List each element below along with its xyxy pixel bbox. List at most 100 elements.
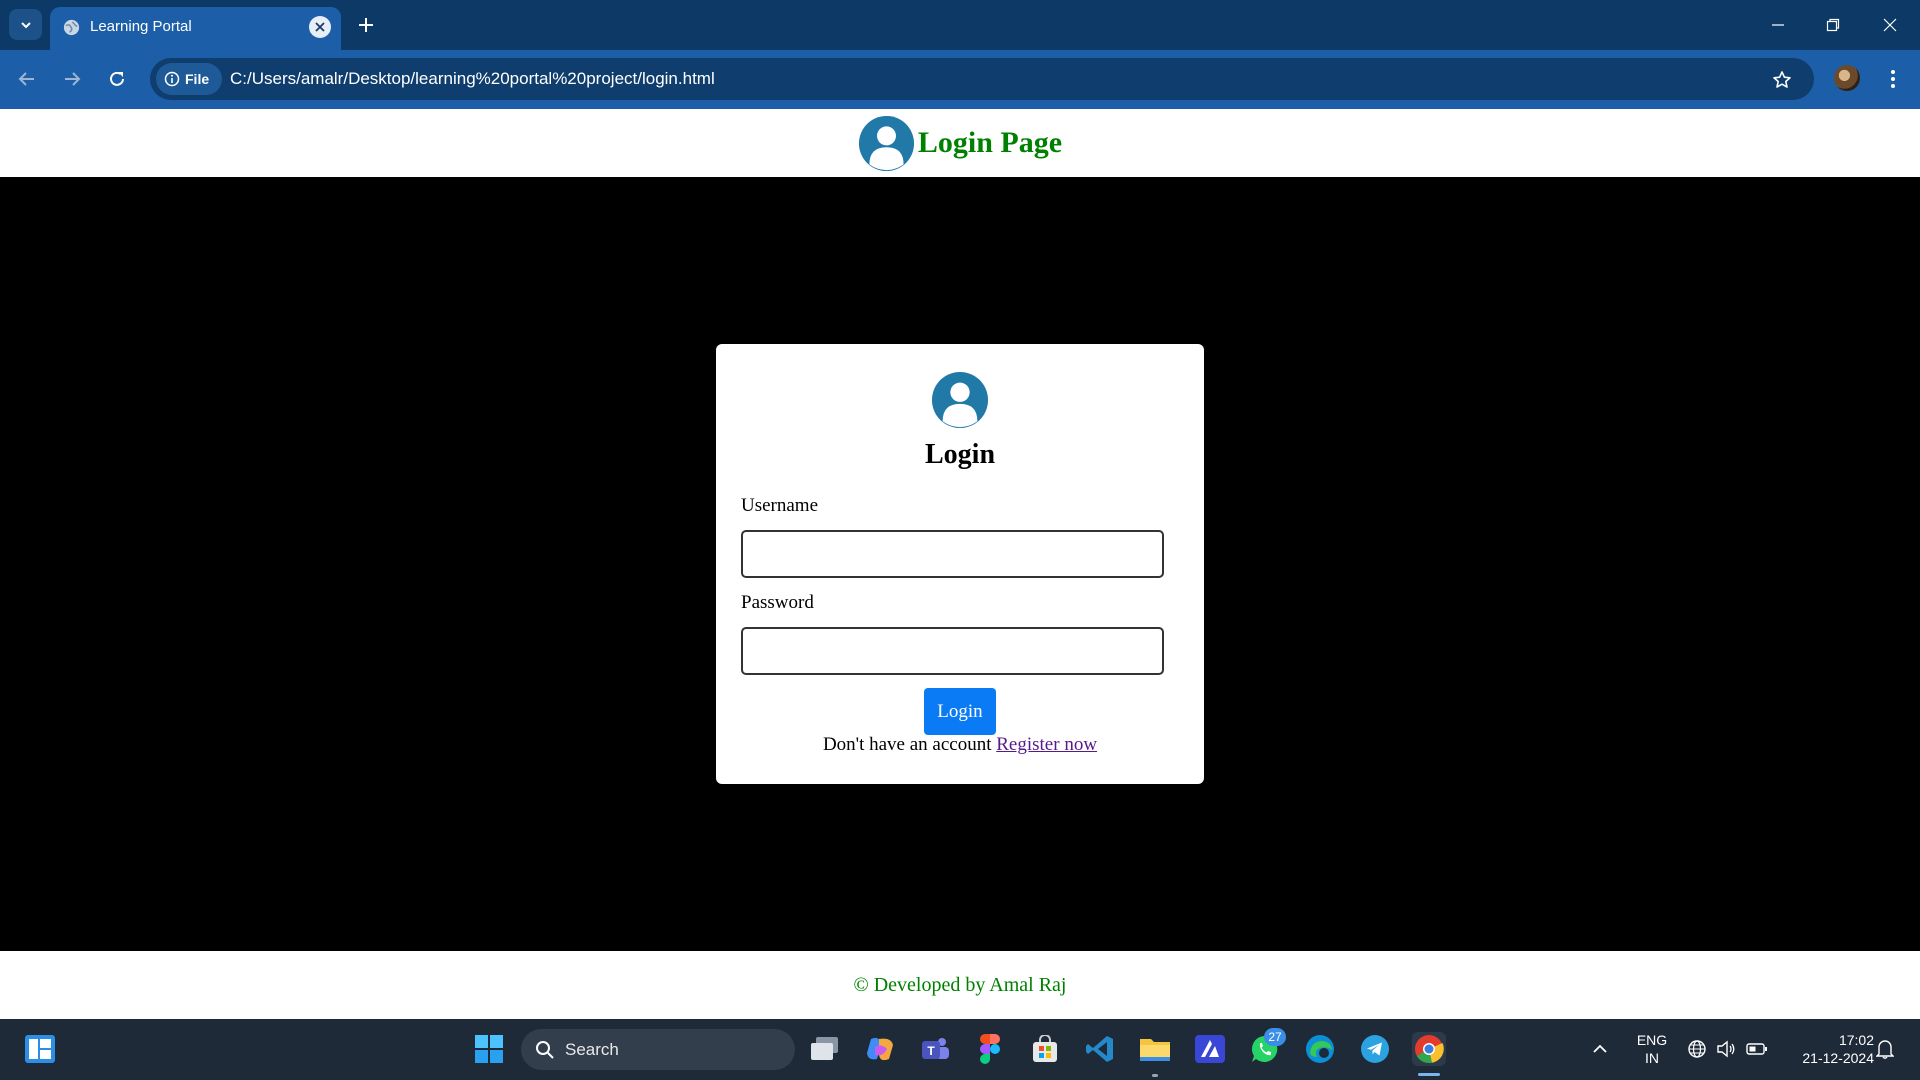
register-prompt-text: Don't have an account	[822, 734, 992, 755]
notifications-button[interactable]	[1870, 1032, 1900, 1066]
chevron-up-icon	[1593, 1044, 1607, 1053]
site-info-chip[interactable]: File	[156, 63, 222, 95]
affinity-button[interactable]	[1193, 1032, 1227, 1066]
reload-button[interactable]	[100, 62, 134, 96]
globe-icon	[63, 19, 80, 36]
browser-menu-button[interactable]	[1880, 64, 1906, 94]
register-link[interactable]: Register now	[996, 734, 1097, 755]
user-avatar-icon	[931, 371, 989, 429]
windows-logo-icon	[475, 1035, 503, 1063]
register-prompt: Don't have an account Register now	[716, 734, 1204, 756]
teams-button[interactable]: T	[918, 1032, 952, 1066]
telegram-button[interactable]	[1358, 1032, 1392, 1066]
url-text[interactable]: C:/Users/amalr/Desktop/learning%20portal…	[230, 69, 715, 89]
copilot-icon	[867, 1037, 893, 1061]
star-icon	[1773, 71, 1791, 88]
page-title: Login Page	[917, 126, 1063, 159]
vscode-icon	[1086, 1036, 1113, 1062]
arrow-right-icon	[65, 72, 81, 86]
task-view-button[interactable]	[808, 1032, 842, 1066]
search-icon	[536, 1040, 554, 1059]
store-icon	[1033, 1035, 1057, 1062]
page-footer: © Developed by Amal Raj	[0, 951, 1920, 1019]
browser-tab[interactable]: Learning Portal	[50, 7, 341, 50]
close-window-button[interactable]	[1870, 9, 1910, 41]
volume-button[interactable]	[1713, 1032, 1739, 1066]
page-header: Login Page	[0, 109, 1920, 177]
notification-badge: 27	[1264, 1028, 1286, 1046]
file-explorer-button[interactable]	[1138, 1032, 1172, 1066]
tab-search-button[interactable]	[9, 9, 42, 40]
tab-close-button[interactable]	[309, 16, 331, 38]
edge-icon	[1306, 1035, 1334, 1063]
region-code: IN	[1645, 1050, 1659, 1066]
tab-title: Learning Portal	[90, 18, 192, 35]
start-button[interactable]	[472, 1032, 506, 1066]
user-avatar-icon	[858, 115, 914, 171]
active-app-indicator	[1418, 1073, 1440, 1076]
login-form: Login Username Password Login Don't have…	[716, 344, 1204, 784]
svg-text:T: T	[927, 1044, 935, 1058]
login-button[interactable]: Login	[924, 688, 996, 735]
more-vertical-icon	[1891, 70, 1895, 88]
password-input[interactable]	[741, 627, 1164, 675]
taskbar-search-label: Search	[565, 1039, 619, 1059]
main-content: Login Username Password Login Don't have…	[0, 177, 1920, 951]
vscode-button[interactable]	[1083, 1032, 1117, 1066]
back-button[interactable]	[10, 62, 44, 96]
arrow-left-icon	[18, 72, 34, 86]
plus-icon	[359, 18, 373, 32]
close-icon	[315, 22, 325, 32]
battery-icon	[1746, 1043, 1767, 1055]
browser-tab-strip: Learning Portal	[0, 0, 1920, 50]
language-code: ENG	[1636, 1032, 1668, 1048]
close-icon	[1883, 18, 1897, 32]
bookmark-button[interactable]	[1769, 67, 1795, 93]
chrome-button[interactable]	[1412, 1032, 1446, 1066]
forward-button[interactable]	[55, 62, 89, 96]
bell-icon	[1876, 1040, 1894, 1059]
info-icon	[164, 71, 180, 87]
clock[interactable]: 17:02 21-12-2024	[1782, 1031, 1874, 1067]
password-label: Password	[741, 592, 814, 613]
minimize-icon	[1772, 24, 1784, 26]
new-tab-button[interactable]	[352, 11, 380, 39]
task-view-icon	[811, 1037, 838, 1060]
clock-date: 21-12-2024	[1802, 1050, 1874, 1066]
teams-icon: T	[922, 1038, 949, 1059]
language-indicator[interactable]: ENG IN	[1630, 1031, 1674, 1067]
figma-button[interactable]	[973, 1032, 1007, 1066]
network-button[interactable]	[1684, 1032, 1710, 1066]
site-chip-label: File	[185, 71, 210, 87]
folder-icon	[1140, 1039, 1170, 1061]
battery-button[interactable]	[1743, 1032, 1771, 1066]
address-bar[interactable]: File C:/Users/amalr/Desktop/learning%20p…	[150, 58, 1814, 100]
browser-toolbar: File C:/Users/amalr/Desktop/learning%20p…	[0, 50, 1920, 109]
speaker-icon	[1717, 1040, 1735, 1058]
restore-button[interactable]	[1813, 9, 1853, 41]
taskbar: Search T 27 ENG IN 17:02 21-12-2024	[0, 1019, 1920, 1080]
minimize-button[interactable]	[1758, 9, 1798, 41]
footer-credit: © Developed by Amal Raj	[853, 973, 1067, 996]
taskbar-search[interactable]: Search	[521, 1029, 795, 1070]
globe-icon	[1688, 1040, 1706, 1058]
widgets-icon	[25, 1035, 55, 1063]
store-button[interactable]	[1028, 1032, 1062, 1066]
profile-avatar[interactable]	[1834, 65, 1860, 91]
edge-button[interactable]	[1303, 1032, 1337, 1066]
widgets-button[interactable]	[23, 1032, 57, 1066]
show-hidden-icons-button[interactable]	[1585, 1032, 1615, 1066]
restore-icon	[1826, 18, 1840, 32]
affinity-icon	[1195, 1035, 1225, 1063]
telegram-icon	[1361, 1035, 1389, 1063]
chevron-down-icon	[20, 21, 31, 28]
copilot-button[interactable]	[863, 1032, 897, 1066]
running-indicator	[1152, 1074, 1158, 1077]
login-heading: Login	[924, 439, 996, 470]
username-input[interactable]	[741, 530, 1164, 578]
username-label: Username	[741, 495, 819, 516]
clock-time: 17:02	[1838, 1032, 1874, 1048]
figma-icon	[980, 1034, 1000, 1064]
reload-icon	[110, 71, 124, 86]
chrome-icon	[1415, 1035, 1444, 1064]
